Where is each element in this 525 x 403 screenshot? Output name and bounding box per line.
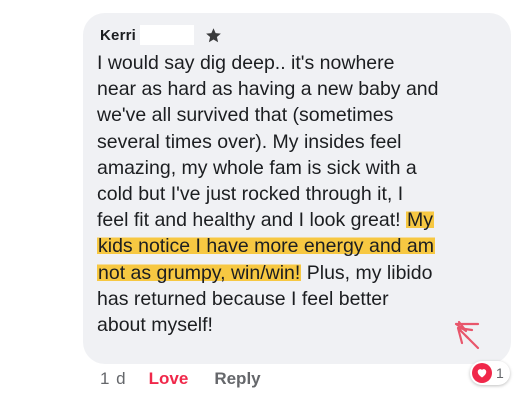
comment-line-plain: Plus, my libido xyxy=(301,261,433,284)
comment-timestamp[interactable]: 1 d xyxy=(100,369,127,389)
reaction-count: 1 xyxy=(496,365,504,381)
comment-line: cold but I've just rocked through it, I xyxy=(97,183,404,206)
comment-line: not as grumpy, win/win! Plus, my libido xyxy=(97,260,507,286)
love-reaction-button[interactable]: Love xyxy=(149,369,189,389)
comment-line: several times over). My insides feel xyxy=(97,130,402,153)
comment-line: I would say dig deep.. it's nowhere xyxy=(97,52,395,74)
comment-actions: 1 d Love Reply xyxy=(100,366,261,392)
comment-line-plain: feel fit and healthy and I look great! xyxy=(97,209,406,232)
comment-line: kids notice I have more energy and am xyxy=(97,233,507,259)
facebook-comment-screenshot: Kerri I would say dig deep.. it's nowher… xyxy=(0,0,525,403)
comment-line: near as hard as having a new baby and xyxy=(97,78,439,101)
red-double-chevron-arrow-icon xyxy=(454,320,480,350)
comment-line: feel fit and healthy and I look great! M… xyxy=(97,207,507,233)
highlighted-text: My xyxy=(405,209,434,232)
reaction-summary[interactable]: 1 xyxy=(470,361,510,385)
redacted-surname xyxy=(140,25,195,45)
comment-line: about myself! xyxy=(97,314,213,337)
highlighted-text: kids notice I have more energy and am xyxy=(97,235,436,258)
comment-line: we've all survived that (sometimes xyxy=(97,104,394,127)
comment-line: amazing, my whole fam is sick with a xyxy=(97,156,417,179)
comment-line: has returned because I feel better xyxy=(97,287,389,310)
highlighted-text: not as grumpy, win/win! xyxy=(97,261,302,284)
comment-header: Kerri xyxy=(100,24,222,46)
reply-button[interactable]: Reply xyxy=(214,369,260,389)
love-heart-icon xyxy=(472,363,492,383)
comment-text: I would say dig deep.. it's nowhere near… xyxy=(97,50,507,338)
comment-author-name[interactable]: Kerri xyxy=(100,27,136,44)
top-fan-star-icon xyxy=(204,26,222,44)
